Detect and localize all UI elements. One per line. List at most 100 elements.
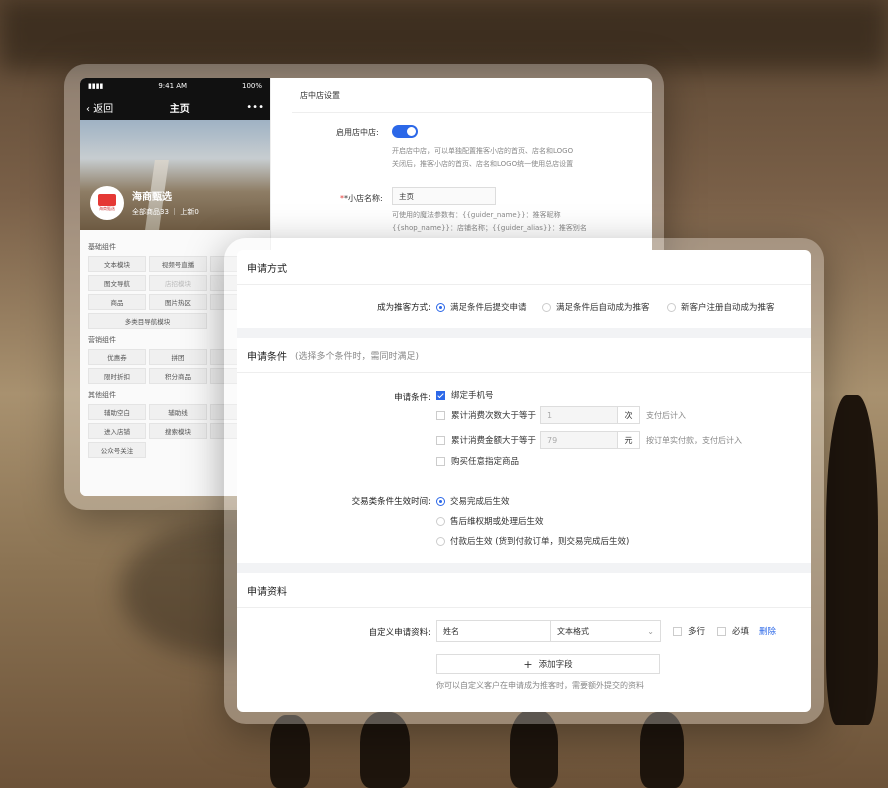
option-label: 售后维权期或处理后生效	[450, 517, 544, 527]
radio-selected-icon[interactable]	[436, 496, 445, 506]
checkbox-icon[interactable]	[436, 435, 445, 445]
checkbox-icon[interactable]	[717, 626, 727, 636]
shop-name-field[interactable]: 主页	[392, 187, 496, 205]
shop-logo: 海商甄选	[90, 186, 124, 220]
shop-banner: 海商甄选 海商甄选 全部商品33 ｜ 上新0	[80, 120, 270, 230]
amount-input[interactable]: 79	[540, 431, 619, 449]
back-button[interactable]: ‹ 返回	[86, 100, 113, 115]
component-button[interactable]: 限时折扣	[88, 368, 146, 384]
shop-logo-text: 海商甄选	[99, 206, 115, 211]
apply-method-option[interactable]: 满足条件后自动成为推客	[542, 301, 650, 313]
field-type-value: 文本格式	[557, 626, 589, 636]
enable-toggle[interactable]	[392, 125, 418, 138]
effect-option[interactable]: 付款后生效 (货到付款订单，则交易完成后生效)	[436, 535, 629, 547]
apply-conditions-title: 申请条件 (选择多个条件时，需同时满足)	[237, 338, 811, 373]
component-button[interactable]: 商品	[88, 294, 146, 310]
status-bar: ▮▮▮▮ 9:41 AM 100%	[80, 78, 270, 94]
option-label: 新客户注册自动成为推客	[681, 303, 775, 313]
effect-time-label: 交易类条件生效时间:	[351, 497, 431, 507]
condition-label: 累计消费次数大于等于	[451, 411, 537, 421]
radio-selected-icon[interactable]	[436, 302, 445, 312]
checkbox-label: 购买任意指定商品	[451, 457, 520, 467]
amount-unit: 元	[618, 431, 641, 449]
checkbox-icon[interactable]	[436, 410, 445, 420]
phone-nav-bar: ‹ 返回 主页 •••	[80, 94, 270, 120]
multi-line-label: 多行	[688, 627, 706, 637]
times-note: 支付后计入	[646, 410, 687, 420]
section-gap	[237, 563, 811, 573]
apply-method-option[interactable]: 新客户注册自动成为推客	[667, 301, 775, 313]
radio-icon[interactable]	[436, 536, 445, 546]
toggle-switch[interactable]	[392, 125, 418, 138]
chevron-left-icon: ‹	[86, 103, 90, 115]
add-field-label: 添加字段	[538, 660, 573, 670]
enable-help-line: 开启店中店，可以单独配置推客小店的首页、店名和LOGO	[392, 147, 574, 155]
any-goods-checkbox[interactable]: 购买任意指定商品	[436, 455, 519, 467]
radio-icon[interactable]	[436, 516, 445, 526]
battery-label: 100%	[241, 82, 262, 90]
required-label: 必填	[732, 627, 750, 637]
add-field-button[interactable]: + 添加字段	[436, 654, 660, 674]
component-button[interactable]: 公众号关注	[88, 442, 146, 458]
section-hint: (选择多个条件时，需同时满足)	[295, 351, 420, 362]
bind-phone-checkbox[interactable]: 绑定手机号	[436, 389, 494, 401]
component-button[interactable]: 进入店铺	[88, 423, 146, 439]
option-label: 满足条件后自动成为推客	[556, 303, 650, 313]
component-button[interactable]: 店招模块	[149, 275, 207, 291]
signal-icon: ▮▮▮▮	[88, 82, 104, 90]
amount-condition: 累计消费金额大于等于 79 元 按订单实付款，支付后计入	[436, 431, 742, 449]
apply-info-section: 自定义申请资料: 姓名 文本格式 ⌄ 多行 必填 删除 + 添加字段 你可以自定…	[237, 608, 811, 708]
settings-header: 店中店设置	[292, 78, 652, 113]
apply-method-section: 成为推客方式: 满足条件后提交申请 满足条件后自动成为推客 新客户注册自动成为推…	[237, 285, 811, 328]
apply-method-title: 申请方式	[237, 250, 811, 285]
cart-icon	[98, 194, 116, 206]
plus-icon: +	[523, 657, 533, 671]
application-settings-panel: 申请方式 成为推客方式: 满足条件后提交申请 满足条件后自动成为推客 新客户注册…	[237, 250, 811, 712]
component-button[interactable]: 搜索模块	[149, 423, 207, 439]
apply-method-option[interactable]: 满足条件后提交申请	[436, 301, 527, 313]
checkbox-icon[interactable]	[673, 626, 682, 636]
enable-label: 启用店中店:	[336, 128, 379, 137]
field-type-select[interactable]: 文本格式 ⌄	[551, 620, 661, 642]
effect-option[interactable]: 售后维权期或处理后生效	[436, 515, 544, 527]
section-gap	[237, 328, 811, 338]
component-button[interactable]: 辅助线	[149, 404, 207, 420]
delete-link[interactable]: 删除	[759, 625, 776, 637]
name-help-line: 可使用的魔法参数有：{{guider_name}}：推客昵称	[392, 211, 561, 219]
component-button[interactable]: 图片热区	[149, 294, 207, 310]
name-label-text: *小店名称:	[344, 194, 383, 203]
background-figure	[826, 395, 878, 725]
condition-label: 累计消费金额大于等于	[451, 436, 537, 446]
apply-info-note: 你可以自定义客户在申请成为推客时，需要额外提交的资料	[436, 681, 644, 690]
component-button[interactable]: 文本模块	[88, 256, 146, 272]
back-label: 返回	[93, 103, 114, 115]
more-icon[interactable]: •••	[246, 102, 264, 113]
status-time: 9:41 AM	[158, 82, 188, 90]
checkbox-checked-icon[interactable]	[436, 390, 445, 400]
times-input[interactable]: 1	[540, 406, 619, 424]
enable-help-line: 关闭后，推客小店的首页、店名和LOGO统一使用总店设置	[392, 160, 574, 168]
radio-icon[interactable]	[667, 302, 676, 312]
field-name-input[interactable]: 姓名	[436, 620, 551, 642]
times-condition: 累计消费次数大于等于 1 次 支付后计入	[436, 406, 686, 424]
radio-icon[interactable]	[542, 302, 551, 312]
name-input[interactable]: 主页	[392, 187, 496, 205]
component-button[interactable]: 视频号直播	[149, 256, 207, 272]
component-button[interactable]: 积分商品	[149, 368, 207, 384]
name-label: **小店名称:	[340, 194, 383, 203]
effect-option[interactable]: 交易完成后生效	[436, 495, 510, 507]
component-button[interactable]: 优惠券	[88, 349, 146, 365]
checkbox-icon[interactable]	[436, 456, 445, 466]
times-unit: 次	[618, 406, 641, 424]
custom-info-label: 自定义申请资料:	[368, 628, 431, 638]
component-button[interactable]: 多类目导航模块	[88, 313, 207, 329]
option-label: 交易完成后生效	[450, 497, 510, 507]
component-button[interactable]: 拼团	[149, 349, 207, 365]
phone-title: 主页	[169, 103, 190, 115]
conditions-label: 申请条件:	[394, 393, 431, 403]
background-top-shade	[0, 0, 888, 70]
name-help: 可使用的魔法参数有：{{guider_name}}：推客昵称 {{shop_na…	[392, 209, 587, 235]
component-button[interactable]: 图文导航	[88, 275, 146, 291]
component-button[interactable]: 辅助空白	[88, 404, 146, 420]
shop-stats: 全部商品33 ｜ 上新0	[132, 208, 199, 216]
